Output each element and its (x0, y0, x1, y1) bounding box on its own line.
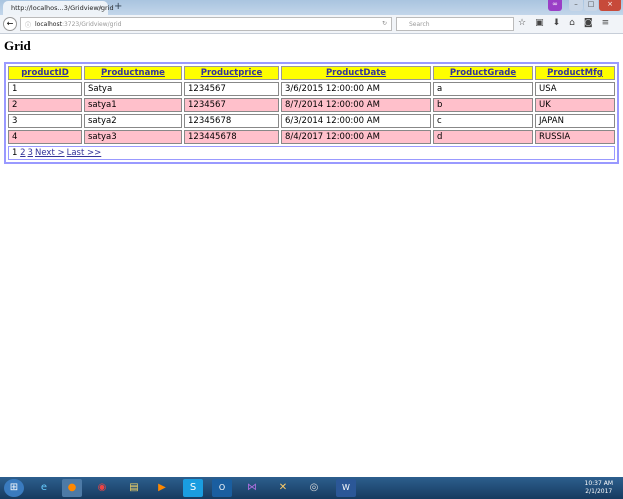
table-row: 3 satya2 12345678 6/3/2014 12:00:00 AM c JAPA… (8, 114, 615, 128)
pager-next[interactable]: Next > (35, 148, 65, 158)
cell-productmfg: RUSSIA (535, 130, 615, 144)
new-tab-icon[interactable]: + (114, 1, 122, 12)
cell-productdate: 8/4/2017 12:00:00 AM (281, 130, 431, 144)
product-grid: productID Productname Productprice ProductD… (4, 62, 619, 164)
app-icon[interactable]: ◎ (304, 479, 324, 497)
pager-page-3[interactable]: 3 (28, 148, 33, 158)
sort-link-productgrade[interactable]: ProductGrade (450, 68, 516, 78)
cell-productname: satya3 (84, 130, 182, 144)
table-row: 4 satya3 123445678 8/4/2017 12:00:00 AM d RUS… (8, 130, 615, 144)
sort-link-productname[interactable]: Productname (101, 68, 165, 78)
pager-page-2[interactable]: 2 (20, 148, 25, 158)
table-row: 2 satya1 1234567 8/7/2014 12:00:00 AM b UK (8, 98, 615, 112)
column-header: Productname (84, 66, 182, 80)
start-button[interactable]: ⊞ (4, 479, 24, 497)
download-icon[interactable]: ⬇ (553, 18, 561, 28)
cell-productprice: 1234567 (184, 98, 279, 112)
cell-productgrade: b (433, 98, 533, 112)
sort-link-productid[interactable]: productID (21, 68, 69, 78)
cell-productgrade: a (433, 82, 533, 96)
search-placeholder: Search (409, 21, 430, 28)
bookmark-star-icon[interactable]: ☆ (518, 18, 526, 28)
word-icon[interactable]: W (336, 479, 356, 497)
cell-productdate: 6/3/2014 12:00:00 AM (281, 114, 431, 128)
nav-bar: ← ⓘ localhost:3723/Gridview/grid ↻ Search … (0, 15, 623, 34)
cell-productname: Satya (84, 82, 182, 96)
reload-icon[interactable]: ↻ (382, 20, 387, 27)
sort-link-productprice[interactable]: Productprice (201, 68, 263, 78)
sort-link-productdate[interactable]: ProductDate (326, 68, 386, 78)
column-header: ProductMfg (535, 66, 615, 80)
cell-productdate: 3/6/2015 12:00:00 AM (281, 82, 431, 96)
visual-studio-icon[interactable]: ⋈ (242, 479, 262, 497)
cell-productdate: 8/7/2014 12:00:00 AM (281, 98, 431, 112)
minimize-button[interactable]: – (569, 0, 583, 11)
cell-productprice: 1234567 (184, 82, 279, 96)
clock-time: 10:37 AM (584, 480, 613, 487)
pager-last[interactable]: Last >> (67, 148, 102, 158)
menu-icon[interactable]: ≡ (602, 18, 610, 28)
cell-productmfg: USA (535, 82, 615, 96)
close-tab-icon[interactable]: × (98, 4, 103, 12)
cell-productid: 3 (8, 114, 82, 128)
tab-bar: http://localhos...3/Gridview/grid × + ∞ – □… (0, 0, 623, 15)
outlook-icon[interactable]: O (212, 479, 232, 497)
pager: 1 2 3 Next > Last >> (8, 146, 615, 160)
skype-icon[interactable]: S (183, 479, 203, 497)
url-path: :3723/Gridview/grid (61, 21, 122, 28)
cell-productprice: 123445678 (184, 130, 279, 144)
pager-current-page: 1 (12, 148, 18, 158)
column-header: ProductDate (281, 66, 431, 80)
cell-productid: 2 (8, 98, 82, 112)
column-header: Productprice (184, 66, 279, 80)
info-icon[interactable]: ⓘ (25, 20, 31, 29)
browser-tab[interactable]: http://localhos...3/Gridview/grid × (3, 1, 114, 15)
column-header: ProductGrade (433, 66, 533, 80)
extension-icon[interactable]: ∞ (548, 0, 562, 11)
grid-header: productID Productname Productprice ProductD… (8, 66, 615, 80)
cell-productid: 4 (8, 130, 82, 144)
cell-productgrade: c (433, 114, 533, 128)
taskbar: ⊞ e ● ◉ ▤ ▶ S O ⋈ ✕ ◎ W 10:37 AM 2/1/2017 (0, 477, 623, 499)
table-row: 1 Satya 1234567 3/6/2015 12:00:00 AM a USA (8, 82, 615, 96)
url-bar[interactable]: ⓘ localhost:3723/Gridview/grid ↻ (20, 17, 392, 31)
explorer-icon[interactable]: ▤ (124, 479, 144, 497)
home-icon[interactable]: ⌂ (569, 18, 575, 28)
media-player-icon[interactable]: ▶ (152, 479, 172, 497)
url-host: localhost (35, 21, 62, 28)
page-title: Grid (4, 38, 31, 53)
clipboard-icon[interactable]: ▣ (535, 18, 544, 28)
cell-productname: satya1 (84, 98, 182, 112)
sort-link-productmfg[interactable]: ProductMfg (547, 68, 603, 78)
back-button[interactable]: ← (3, 17, 17, 31)
cell-productname: satya2 (84, 114, 182, 128)
cell-productprice: 12345678 (184, 114, 279, 128)
clock-date: 2/1/2017 (585, 488, 613, 495)
cell-productid: 1 (8, 82, 82, 96)
cell-productgrade: d (433, 130, 533, 144)
maximize-button[interactable]: □ (584, 0, 598, 11)
close-window-button[interactable]: × (599, 0, 621, 11)
firefox-icon[interactable]: ● (62, 479, 82, 497)
clock[interactable]: 10:37 AM 2/1/2017 (585, 480, 613, 496)
pocket-icon[interactable]: ◙ (584, 18, 593, 28)
chrome-icon[interactable]: ◉ (92, 479, 112, 497)
tools-icon[interactable]: ✕ (273, 479, 293, 497)
cell-productmfg: UK (535, 98, 615, 112)
cell-productmfg: JAPAN (535, 114, 615, 128)
ie-icon[interactable]: e (34, 479, 54, 497)
search-input[interactable]: Search (396, 17, 514, 31)
column-header: productID (8, 66, 82, 80)
